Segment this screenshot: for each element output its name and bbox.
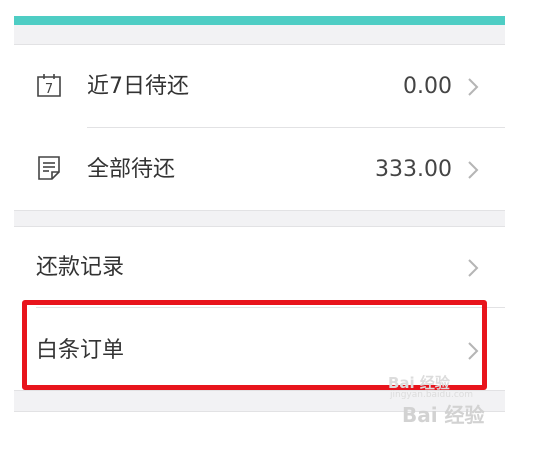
- due-7-days-amount: 0.00: [403, 74, 452, 99]
- all-due-amount: 333.00: [375, 157, 452, 182]
- document-list-icon: [38, 156, 60, 180]
- due-7-days-row[interactable]: 7 近7日待还 0.00: [14, 45, 505, 127]
- all-due-row[interactable]: 全部待还 333.00: [14, 128, 505, 210]
- baidu-jingyan-watermark: Bai 经验 jingyan.baidu.com Bai 经验: [388, 372, 516, 427]
- chevron-right-icon: [468, 78, 479, 96]
- calendar-day: 7: [45, 82, 53, 97]
- chevron-right-icon: [468, 259, 479, 277]
- accent-bar: [14, 16, 505, 25]
- calendar-7-icon: 7: [37, 74, 61, 97]
- repayment-records-row[interactable]: 还款记录: [14, 227, 505, 307]
- all-due-label: 全部待还: [87, 157, 176, 182]
- repayment-records-label: 还款记录: [36, 255, 125, 280]
- section-gap-top: [14, 25, 505, 44]
- chevron-right-icon: [468, 161, 479, 179]
- section-gap-middle: [14, 211, 505, 226]
- due-7-days-label: 近7日待还: [87, 74, 189, 99]
- watermark-text: Bai 经验: [402, 403, 485, 427]
